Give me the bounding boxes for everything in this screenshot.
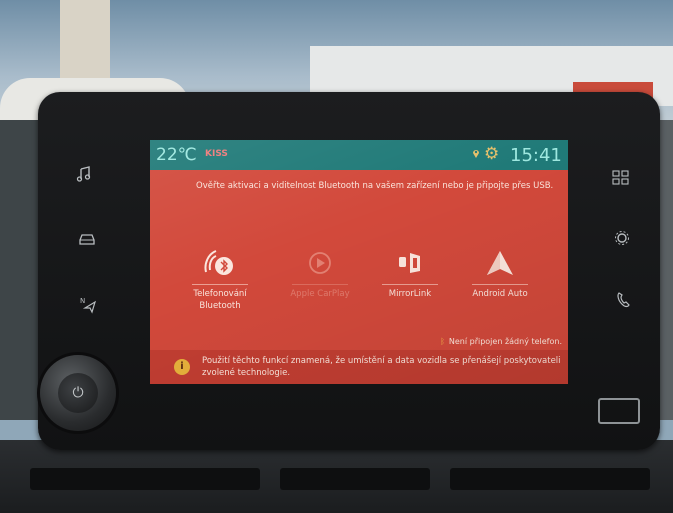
tile-divider: [382, 284, 438, 285]
tile-divider: [192, 284, 248, 285]
power-icon: ⏻: [58, 373, 98, 413]
phone-status-text: Není připojen žádný telefon.: [448, 337, 562, 346]
phone-handset-icon: [617, 292, 630, 308]
tile-android-auto[interactable]: Android Auto: [460, 245, 540, 300]
apps-grid-icon: [612, 170, 629, 185]
tile-divider: [472, 284, 528, 285]
instruction-message: Ověřte aktivaci a viditelnost Bluetooth …: [196, 181, 554, 191]
tile-mirrorlink[interactable]: MirrorLink: [370, 245, 450, 300]
volume-knob[interactable]: ⏻: [40, 355, 116, 431]
touchscreen: 22℃ KISS ⚙ 15:41 Ověřte aktivaci a vidit…: [150, 140, 568, 384]
usb-port: [598, 398, 640, 424]
settings-gear-icon: [615, 231, 629, 245]
music-note-icon: [76, 166, 91, 182]
tile-label: Apple CarPlay: [290, 289, 350, 299]
android-auto-icon: [487, 251, 513, 275]
air-vent: [30, 468, 260, 490]
svg-text:N: N: [80, 297, 85, 305]
privacy-notice-text: Použití těchto funkcí znamená, že umístě…: [202, 356, 561, 378]
clock: 15:41: [510, 145, 562, 166]
dashboard-left: [0, 120, 40, 420]
temperature-readout: 22℃: [156, 145, 197, 165]
location-pin-icon: [473, 150, 479, 158]
info-warning-icon: i: [174, 359, 190, 375]
radio-station[interactable]: KISS: [205, 149, 228, 159]
phone-status: ᛒ Není připojen žádný telefon.: [440, 337, 562, 346]
vehicle-button[interactable]: [78, 232, 96, 250]
navigation-arrow-icon: N: [80, 297, 97, 314]
status-bar: 22℃ KISS ⚙ 15:41: [150, 140, 568, 170]
background-pillar: [60, 0, 110, 90]
bluetooth-icon: ᛒ: [440, 337, 445, 346]
bluetooth-phone-icon: [204, 250, 233, 275]
tile-label: Telefonování Bluetooth: [193, 289, 247, 311]
tile-divider: [292, 284, 348, 285]
tile-label: Android Auto: [472, 289, 528, 299]
settings-button[interactable]: [614, 230, 630, 250]
apps-button[interactable]: [612, 170, 630, 190]
music-button[interactable]: [76, 166, 92, 186]
navigation-button[interactable]: N: [80, 296, 98, 318]
settings-gear-icon[interactable]: ⚙: [484, 145, 502, 163]
tile-apple-carplay[interactable]: Apple CarPlay: [280, 245, 360, 300]
air-vent: [450, 468, 650, 490]
air-vent: [280, 468, 430, 490]
tile-label: MirrorLink: [388, 289, 432, 299]
car-icon: [79, 234, 95, 245]
privacy-notice: i Použití těchto funkcí znamená, že umís…: [150, 350, 568, 384]
phone-button[interactable]: [616, 292, 630, 312]
mirrorlink-icon: [399, 253, 420, 273]
carplay-icon: [309, 252, 331, 274]
tile-bluetooth-telephony[interactable]: Telefonování Bluetooth: [180, 245, 260, 312]
